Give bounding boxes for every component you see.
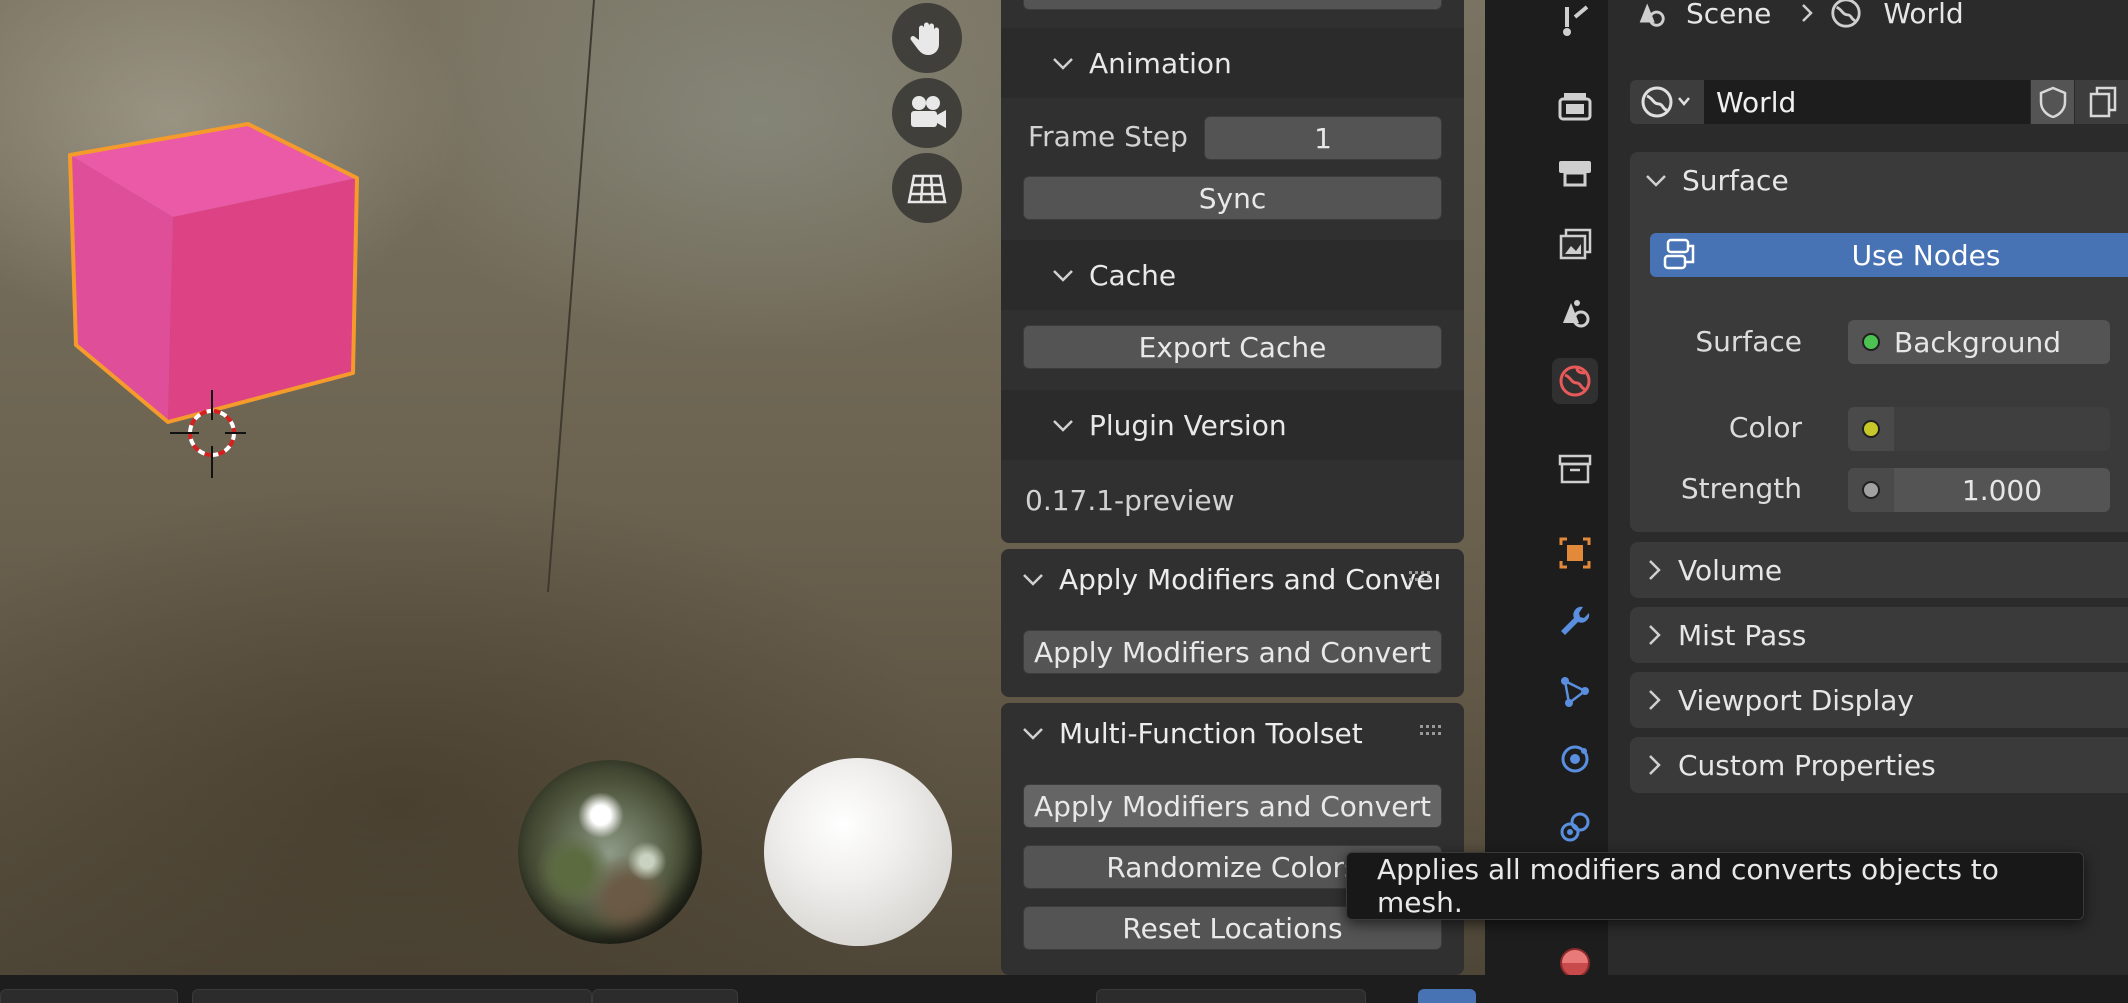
particles-icon[interactable] [1552, 668, 1598, 714]
surface-section-title: Surface [1682, 163, 1789, 197]
truncated-top-button[interactable] [1023, 0, 1442, 10]
world-icon[interactable] [1552, 358, 1598, 404]
strength-value: 1.000 [1961, 473, 2043, 507]
use-nodes-button[interactable]: Use Nodes [1650, 233, 2128, 277]
world-browse-button[interactable] [1630, 80, 1704, 124]
scene-icon[interactable] [1552, 290, 1598, 336]
apply-modifiers-panel-header[interactable]: Apply Modifiers and Convert [1001, 549, 1464, 609]
color-label: Color [1728, 411, 1802, 444]
apply-modifiers-button[interactable]: Apply Modifiers and Convert [1023, 630, 1442, 674]
viewport-sidebar: Animation Frame Step 1 Sync Cache Export… [1001, 0, 1465, 975]
animation-title: Animation [1089, 46, 1232, 80]
color-swatch[interactable] [1894, 407, 2110, 451]
selected-cube[interactable] [60, 115, 370, 425]
surface-shader-field[interactable]: Background [1848, 320, 2110, 364]
duplicate-icon[interactable] [2074, 80, 2128, 124]
plugin-version-title: Plugin Version [1089, 408, 1287, 442]
apply-modifiers-panel-title: Apply Modifiers and Convert [1059, 562, 1439, 596]
tooltip-text: Applies all modifiers and converts objec… [1377, 853, 1999, 919]
tool-icon[interactable] [1552, 0, 1598, 44]
surface-section-header[interactable]: Surface [1630, 152, 2128, 208]
toolset-panel-header[interactable]: Multi-Function Toolset [1001, 703, 1464, 763]
3d-cursor[interactable] [168, 390, 248, 480]
sync-button[interactable]: Sync [1023, 176, 1442, 220]
view-layer-icon[interactable] [1552, 221, 1598, 267]
chevron-down-icon [1023, 574, 1043, 586]
grid-ortho-icon[interactable] [892, 153, 962, 223]
world-icon [1831, 0, 1862, 28]
output-icon[interactable] [1552, 150, 1598, 196]
world-icon [1641, 86, 1690, 118]
physics-icon[interactable] [1552, 736, 1598, 782]
fake-user-shield-icon[interactable] [2030, 80, 2074, 124]
chevron-right-icon [1649, 560, 1661, 580]
animation-subpanel-header[interactable]: Animation [1001, 28, 1464, 98]
chevron-right-icon [1649, 755, 1661, 775]
frame-step-field[interactable]: 1 [1204, 116, 1442, 160]
hdri-diffuse-ball [764, 758, 952, 946]
chevron-right-icon [1802, 4, 1814, 22]
drag-grip-icon[interactable] [1420, 725, 1446, 737]
modifier-icon[interactable] [1552, 598, 1598, 644]
shading-mode-toggle[interactable] [1418, 989, 1476, 1003]
strength-field[interactable]: 1.000 [1848, 468, 2110, 512]
object-icon[interactable] [1552, 530, 1598, 576]
world-name-field[interactable]: World [1704, 80, 2030, 124]
custom-properties-section-header[interactable]: Custom Properties [1630, 737, 2128, 793]
toolset-panel-title: Multi-Function Toolset [1059, 716, 1363, 750]
viewport-display-section-header[interactable]: Viewport Display [1630, 672, 2128, 728]
camera-icon[interactable] [892, 78, 962, 148]
hdri-mirror-ball [518, 760, 702, 944]
render-icon[interactable] [1552, 84, 1598, 130]
cache-title: Cache [1089, 258, 1177, 292]
breadcrumb-world: World [1883, 0, 1964, 30]
surface-label: Surface [1695, 325, 1802, 358]
strength-label: Strength [1680, 472, 1802, 505]
plugin-version-value: 0.17.1-preview [1025, 484, 1235, 517]
cache-subpanel-header[interactable]: Cache [1001, 240, 1464, 310]
color-socket-icon [1862, 420, 1880, 438]
export-cache-button[interactable]: Export Cache [1023, 325, 1442, 369]
use-nodes-label: Use Nodes [1851, 238, 2001, 272]
overlay-controls[interactable] [1096, 989, 1366, 1003]
mist-pass-section-header[interactable]: Mist Pass [1630, 607, 2128, 663]
plugin-version-subpanel-header[interactable]: Plugin Version [1001, 390, 1464, 460]
viewport-display-section-title: Viewport Display [1678, 683, 1914, 717]
shader-socket-icon [1862, 333, 1880, 351]
world-datablock-selector: World [1630, 80, 2128, 124]
color-field[interactable] [1848, 407, 2110, 451]
chevron-right-icon [1649, 625, 1661, 645]
surface-shader-value: Background [1894, 325, 2062, 359]
breadcrumb: Scene World [1634, 0, 1964, 30]
tooltip: Applies all modifiers and converts objec… [1346, 852, 2084, 920]
breadcrumb-scene: Scene [1686, 0, 1772, 30]
custom-properties-section-title: Custom Properties [1678, 748, 1936, 782]
volume-section-header[interactable]: Volume [1630, 542, 2128, 598]
value-socket-icon [1862, 481, 1880, 499]
chevron-down-icon [1053, 270, 1073, 282]
scene-icon [1639, 3, 1665, 27]
chevron-down-icon [1646, 175, 1666, 187]
chevron-down-icon [1053, 58, 1073, 70]
chevron-down-icon [1023, 728, 1043, 740]
link-controls[interactable] [592, 989, 738, 1003]
constraints-icon[interactable] [1552, 804, 1598, 850]
drag-grip-icon[interactable] [1409, 571, 1435, 583]
toolset-apply-modifiers-button[interactable]: Apply Modifiers and Convert [1023, 784, 1442, 828]
collection-icon[interactable] [1552, 446, 1598, 492]
bottom-header-bar [0, 975, 2128, 1003]
mist-pass-section-title: Mist Pass [1678, 618, 1807, 652]
volume-section-title: Volume [1678, 553, 1783, 587]
chevron-right-icon [1649, 690, 1661, 710]
pivot-snap-controls[interactable] [192, 989, 592, 1003]
hand-pan-icon[interactable] [892, 3, 962, 73]
frame-step-label: Frame Step [1028, 120, 1188, 153]
editor-type-menu[interactable] [0, 989, 178, 1003]
chevron-down-icon [1053, 420, 1073, 432]
